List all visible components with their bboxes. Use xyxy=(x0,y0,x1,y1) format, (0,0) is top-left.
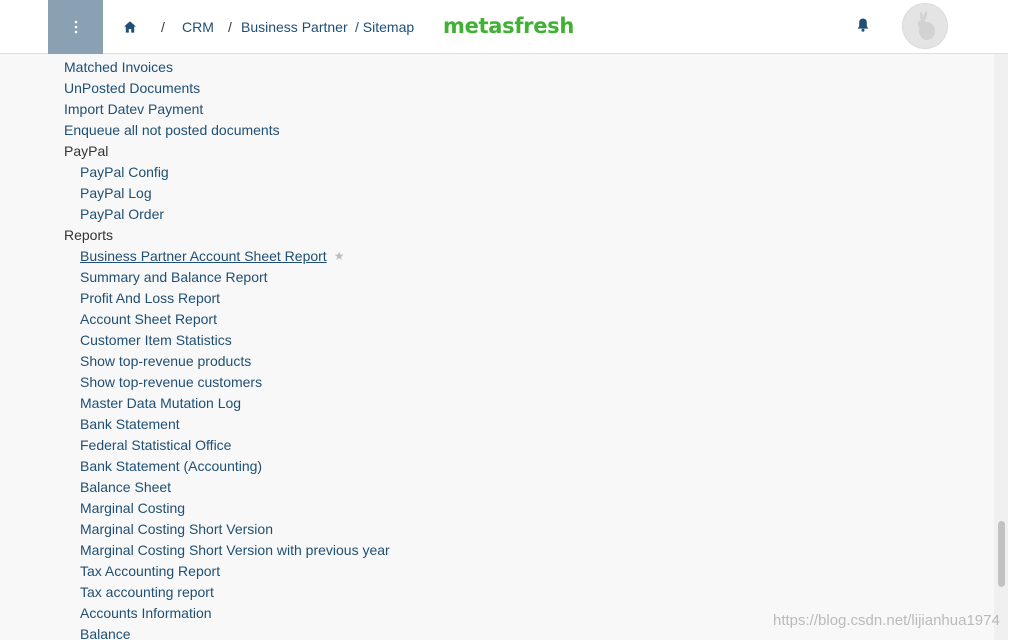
sitemap-item-import-datev-payment[interactable]: Import Datev Payment xyxy=(64,99,203,120)
sitemap-item-label: Marginal Costing xyxy=(80,500,186,516)
sitemap-item-label: Bank Statement (Accounting) xyxy=(80,458,263,474)
sitemap-item-paypal-log[interactable]: PayPal Log xyxy=(80,183,152,204)
sitemap-item-enqueue-not-posted[interactable]: Enqueue all not posted documents xyxy=(64,120,280,141)
sitemap-item-label: Business Partner Account Sheet Report xyxy=(80,248,327,264)
sitemap-item-label: Profit And Loss Report xyxy=(80,290,221,306)
home-icon[interactable] xyxy=(122,19,138,35)
sitemap-item-label: Matched Invoices xyxy=(64,59,173,75)
sitemap-item-label: PayPal Order xyxy=(80,206,165,222)
sitemap-item-label: Accounts Information xyxy=(80,605,212,621)
vertical-dots-icon xyxy=(74,20,77,34)
sitemap-item-top-revenue-customers[interactable]: Show top-revenue customers xyxy=(80,372,262,393)
logo-part: meta xyxy=(443,14,503,38)
sitemap-item-accounts-information[interactable]: Accounts Information xyxy=(80,603,212,624)
sitemap-item-label: Enqueue all not posted documents xyxy=(64,122,280,138)
top-header: / CRM / Business Partner / Sitemap metas… xyxy=(0,0,1008,54)
sitemap-item-label: Show top-revenue products xyxy=(80,353,252,369)
sitemap-group-label: Reports xyxy=(64,227,114,243)
logo-part: sfresh xyxy=(502,14,575,38)
window-edge xyxy=(1008,0,1024,640)
sitemap-item-label: Balance Sheet xyxy=(80,479,172,495)
sitemap-item-paypal-order[interactable]: PayPal Order xyxy=(80,204,164,225)
sitemap-item-label: Show top-revenue customers xyxy=(80,374,263,390)
sitemap-item-balance-sheet[interactable]: Balance Sheet xyxy=(80,477,171,498)
user-avatar[interactable] xyxy=(902,3,948,49)
sitemap-item-tax-accounting-report[interactable]: Tax Accounting Report xyxy=(80,561,220,582)
sitemap-item-marginal-costing-short-prev-year[interactable]: Marginal Costing Short Version with prev… xyxy=(80,540,390,561)
breadcrumb-sitemap[interactable]: / Sitemap xyxy=(355,19,414,35)
sitemap-item-summary-balance-report[interactable]: Summary and Balance Report xyxy=(80,267,268,288)
sitemap-item-balance[interactable]: Balance xyxy=(80,624,131,640)
sitemap-item-profit-loss-report[interactable]: Profit And Loss Report xyxy=(80,288,220,309)
sitemap-item-unposted-documents[interactable]: UnPosted Documents xyxy=(64,78,200,99)
breadcrumb-separator: / xyxy=(161,19,165,35)
watermark-text: https://blog.csdn.net/lijianhua1974 xyxy=(773,612,1000,629)
sitemap-item-label: UnPosted Documents xyxy=(64,80,201,96)
sitemap-item-label: Tax accounting report xyxy=(80,584,214,600)
sitemap-item-top-revenue-products[interactable]: Show top-revenue products xyxy=(80,351,251,372)
sitemap-item-marginal-costing[interactable]: Marginal Costing xyxy=(80,498,185,519)
breadcrumb-separator: / xyxy=(228,19,232,35)
sitemap-item-label: Tax Accounting Report xyxy=(80,563,221,579)
sitemap-item-label: Federal Statistical Office xyxy=(80,437,232,453)
sitemap-item-federal-statistical-office[interactable]: Federal Statistical Office xyxy=(80,435,231,456)
sitemap-item-label: Master Data Mutation Log xyxy=(80,395,242,411)
sitemap-item-label: PayPal Log xyxy=(80,185,152,201)
breadcrumb-crm[interactable]: CRM xyxy=(182,19,214,35)
sitemap-item-label: Marginal Costing Short Version xyxy=(80,521,273,537)
sitemap-item-label: Customer Item Statistics xyxy=(80,332,232,348)
bell-icon[interactable] xyxy=(856,17,870,33)
sitemap-item-label: Summary and Balance Report xyxy=(80,269,268,285)
sitemap-group-reports: Reports xyxy=(64,225,113,246)
sitemap-item-label: Account Sheet Report xyxy=(80,311,217,327)
main-menu-button[interactable] xyxy=(48,0,103,54)
sitemap-group-paypal: PayPal xyxy=(64,141,108,162)
sitemap-content: Matched Invoices UnPosted Documents Impo… xyxy=(0,54,994,640)
sitemap-item-paypal-config[interactable]: PayPal Config xyxy=(80,162,169,183)
metasfresh-logo[interactable]: metasfresh xyxy=(443,13,574,39)
sitemap-item-bank-statement[interactable]: Bank Statement xyxy=(80,414,180,435)
sitemap-item-bank-statement-accounting[interactable]: Bank Statement (Accounting) xyxy=(80,456,262,477)
sitemap-item-marginal-costing-short[interactable]: Marginal Costing Short Version xyxy=(80,519,273,540)
sitemap-item-label: PayPal Config xyxy=(80,164,169,180)
sitemap-item-label: Balance xyxy=(80,626,131,640)
sitemap-item-account-sheet-report[interactable]: Account Sheet Report xyxy=(80,309,217,330)
scrollbar-thumb[interactable] xyxy=(998,521,1005,587)
user-avatar-icon xyxy=(917,11,935,40)
sitemap-item-matched-invoices[interactable]: Matched Invoices xyxy=(64,57,173,78)
sitemap-item-label: Import Datev Payment xyxy=(64,101,204,117)
sitemap-item-tax-accounting-report-2[interactable]: Tax accounting report xyxy=(80,582,214,603)
sitemap-item-master-data-mutation-log[interactable]: Master Data Mutation Log xyxy=(80,393,241,414)
sitemap-item-customer-item-statistics[interactable]: Customer Item Statistics xyxy=(80,330,232,351)
sitemap-item-label: Bank Statement xyxy=(80,416,180,432)
sitemap-item-label: Marginal Costing Short Version with prev… xyxy=(80,542,390,558)
breadcrumb-business-partner[interactable]: Business Partner xyxy=(241,19,348,35)
sitemap-item-bp-account-sheet-report[interactable]: Business Partner Account Sheet Report ★ xyxy=(80,246,344,268)
sitemap-group-label: PayPal xyxy=(64,143,109,159)
star-icon[interactable]: ★ xyxy=(334,246,345,267)
